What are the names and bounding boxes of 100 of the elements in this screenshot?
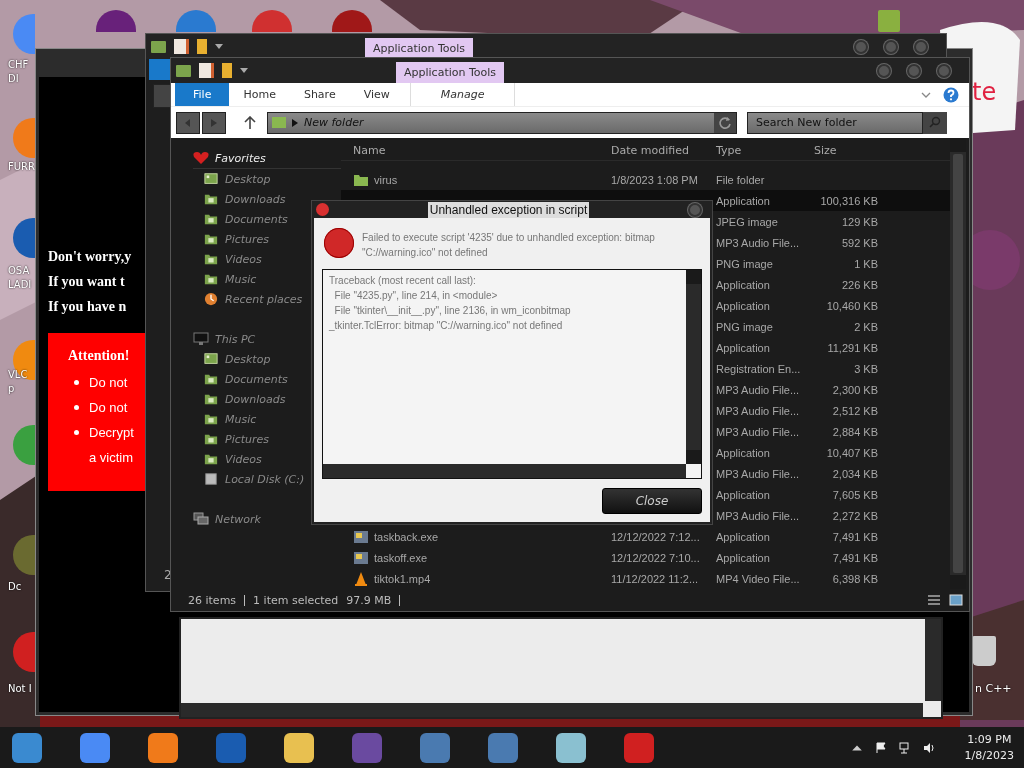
thumbnails-view-icon[interactable] xyxy=(949,594,963,606)
table-cell: MP3 Audio File... xyxy=(716,404,800,417)
column-header[interactable]: Name xyxy=(341,144,611,157)
address-bar[interactable]: New folder xyxy=(267,111,737,134)
volume-icon[interactable] xyxy=(922,741,935,754)
table-cell: Application xyxy=(716,446,770,459)
ransom-text: Don't worry,y xyxy=(48,248,132,266)
file-name[interactable]: taskoff.exe xyxy=(374,551,427,564)
table-cell: Application xyxy=(716,278,770,291)
folder-icon xyxy=(203,372,219,386)
heart-icon xyxy=(193,151,209,165)
app-icon[interactable] xyxy=(148,732,178,763)
file-row[interactable]: tiktok1.mp4 11/12/2022 11:2... MP4 Video File... 6,398 KB xyxy=(341,568,950,589)
minimize-button[interactable] xyxy=(877,63,891,78)
details-view-icon[interactable] xyxy=(927,594,941,606)
app-icon[interactable] xyxy=(12,732,42,763)
attention-title: Attention! xyxy=(68,348,130,364)
table-cell: 2 KB xyxy=(854,320,878,333)
refresh-icon[interactable] xyxy=(714,112,736,133)
error-message: Failed to execute script '4235' due to unhandled exception: bitmap "C://warning.ico" not defined xyxy=(362,231,656,260)
table-cell: 1 KB xyxy=(854,257,878,270)
breadcrumb-arrow-icon[interactable] xyxy=(292,118,298,127)
ribbon-tab[interactable]: File xyxy=(175,83,230,106)
column-header[interactable]: Date modified xyxy=(611,144,716,157)
item-count: 26 items xyxy=(188,593,237,607)
ribbon-tab[interactable]: Share xyxy=(289,83,350,106)
context-tab[interactable]: Application Tools xyxy=(396,62,505,83)
column-header[interactable]: Type xyxy=(716,144,814,157)
note-fragment: te xyxy=(972,78,997,106)
application-icon xyxy=(353,549,369,566)
help-icon[interactable] xyxy=(943,86,959,103)
scrollbar[interactable] xyxy=(181,703,923,717)
scrollbar[interactable] xyxy=(950,138,966,589)
folder-icon xyxy=(203,212,219,226)
clock[interactable]: 1:09 PM 1/8/2023 xyxy=(964,731,1014,764)
minimize-button[interactable] xyxy=(854,39,868,54)
close-button[interactable] xyxy=(937,63,951,78)
network-icon[interactable] xyxy=(898,741,911,754)
chevron-icon[interactable] xyxy=(921,91,931,98)
back-button[interactable] xyxy=(153,84,170,108)
traceback-line: _tkinter.TclError: bitmap "C://warning.ico" not defined xyxy=(329,319,564,333)
table-cell: 11/12/2022 11:2... xyxy=(611,572,699,585)
table-cell: PNG image xyxy=(716,257,773,270)
flag-icon[interactable] xyxy=(874,741,887,754)
folder-icon xyxy=(203,432,219,446)
scrollbar[interactable] xyxy=(925,619,941,701)
traceback-box[interactable]: Traceback (most recent call last): File "4235.py", line 214, in <module> File "tkinter\__init__.py", line 2136, in wm_iconbitmap _tkinter.TclError: bitmap "C://warning.ico" not defined xyxy=(322,269,702,479)
table-cell: 129 KB xyxy=(841,215,878,228)
breadcrumb[interactable]: New folder xyxy=(304,116,364,129)
folder-icon[interactable] xyxy=(151,40,166,53)
caret-icon[interactable] xyxy=(215,44,223,49)
context-tab[interactable]: Application Tools xyxy=(365,38,474,59)
table-cell: File folder xyxy=(716,173,765,186)
close-button[interactable] xyxy=(914,39,928,54)
app-icon[interactable] xyxy=(556,732,586,763)
table-cell: 2,512 KB xyxy=(832,404,878,417)
close-button[interactable] xyxy=(688,202,702,217)
app-icon[interactable] xyxy=(80,732,110,763)
close-button[interactable]: Close xyxy=(602,488,702,514)
table-cell: 10,407 KB xyxy=(826,446,878,459)
table-cell: 12/12/2022 7:10... xyxy=(611,551,700,564)
table-cell: 7,491 KB xyxy=(832,551,878,564)
nav-item[interactable]: Downloads xyxy=(193,189,341,209)
maximize-button[interactable] xyxy=(884,39,898,54)
traceback-line: File "4235.py", line 214, in <module> xyxy=(333,289,499,303)
table-cell: 226 KB xyxy=(841,278,878,291)
search-field[interactable]: Search New folder xyxy=(747,111,923,134)
maximize-button[interactable] xyxy=(907,63,921,78)
back-forward-buttons[interactable] xyxy=(176,111,226,134)
recycle-bin-icon[interactable] xyxy=(972,636,996,666)
file-row[interactable]: taskoff.exe 12/12/2022 7:10... Application 7,491 KB xyxy=(341,547,950,568)
traceback-line: Traceback (most recent call last): xyxy=(329,274,477,288)
desktop-icon xyxy=(203,352,219,366)
monitor-icon xyxy=(193,332,209,346)
search-icon[interactable] xyxy=(923,111,947,134)
table-cell: 2,884 KB xyxy=(832,425,878,438)
nav-item[interactable]: Desktop xyxy=(193,169,341,189)
folder-icon xyxy=(272,117,286,128)
ribbon-tab[interactable]: View xyxy=(349,83,404,106)
folder-icon[interactable] xyxy=(176,64,191,77)
file-name[interactable]: virus xyxy=(374,173,398,186)
ransom-text: If you have n xyxy=(48,298,127,316)
caret-icon[interactable] xyxy=(240,68,248,73)
selection-size: 97.9 MB xyxy=(346,593,392,607)
scrollbar[interactable] xyxy=(686,270,701,464)
table-cell: 12/12/2022 7:12... xyxy=(611,530,700,543)
traceback-line: File "tkinter\__init__.py", line 2136, in wm_iconbitmap xyxy=(333,304,572,318)
file-row[interactable]: virus 1/8/2023 1:08 PM File folder xyxy=(341,169,950,190)
traffic-cone-icon xyxy=(353,570,369,587)
table-cell: Application xyxy=(716,299,770,312)
file-name[interactable]: taskback.exe xyxy=(374,530,439,543)
file-row[interactable]: taskback.exe 12/12/2022 7:12... Application 7,491 KB xyxy=(341,526,950,547)
scrollbar[interactable] xyxy=(323,464,686,478)
table-cell: Application xyxy=(716,488,770,501)
up-arrow-icon[interactable] xyxy=(244,115,256,130)
column-header[interactable]: Size xyxy=(814,144,878,157)
file-name[interactable]: tiktok1.mp4 xyxy=(374,572,431,585)
nav-item[interactable]: Favorites xyxy=(193,148,341,169)
ribbon-tab[interactable]: Home xyxy=(229,83,290,106)
app-icon[interactable] xyxy=(284,732,314,763)
